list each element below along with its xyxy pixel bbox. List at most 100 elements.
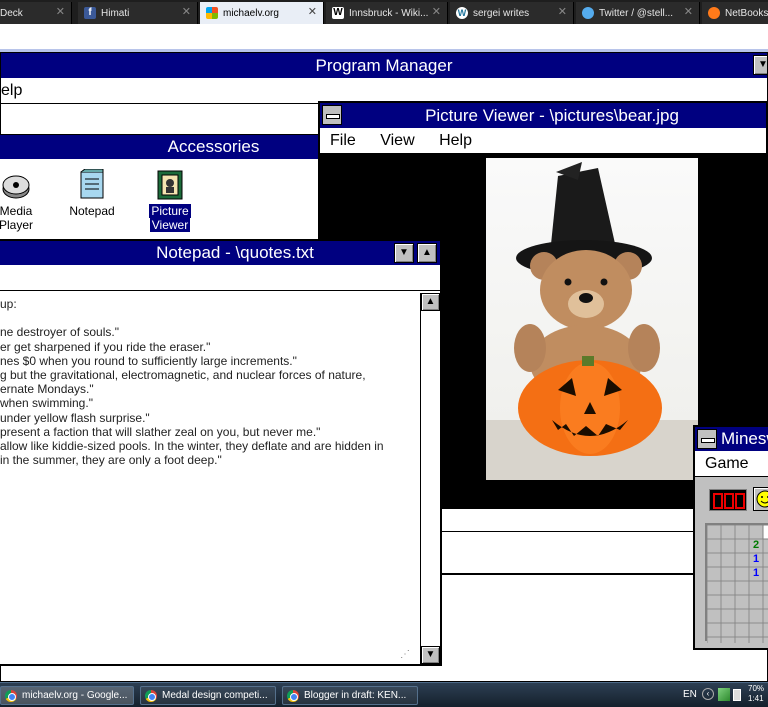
- scroll-down-arrow[interactable]: ▼: [421, 646, 440, 664]
- mine-field[interactable]: 2 1 1: [705, 523, 768, 643]
- notepad-text-area[interactable]: up: ne destroyer of souls." er get sharp…: [0, 293, 420, 665]
- tab-label: Twitter / @stell...: [599, 7, 674, 19]
- notepad-item[interactable]: Notepad: [55, 168, 129, 218]
- menu-help[interactable]: Help: [439, 132, 472, 149]
- taskbar-label: michaelv.org - Google...: [22, 690, 128, 701]
- picture-viewer-icon: [154, 169, 186, 201]
- chrome-icon: [5, 689, 17, 702]
- tab-tweetdeck[interactable]: Deck ✕: [0, 2, 72, 24]
- icon-label: Player: [0, 218, 33, 232]
- smiley-face-button[interactable]: [753, 487, 768, 511]
- close-icon[interactable]: ✕: [308, 5, 317, 18]
- accessories-titlebar[interactable]: Accessories: [0, 135, 318, 159]
- tab-label: michaelv.org: [223, 7, 279, 19]
- picture-viewer-menubar: File View Help: [320, 128, 766, 154]
- text-line: [0, 311, 420, 325]
- window-title: Program Manager: [315, 56, 453, 75]
- mine-count-1: 1: [752, 553, 760, 565]
- taskbar-item-michaelv[interactable]: michaelv.org - Google...: [0, 686, 134, 705]
- close-icon[interactable]: ✕: [558, 5, 567, 18]
- resize-grip[interactable]: ⋰: [400, 649, 410, 660]
- network-icon[interactable]: [718, 688, 730, 701]
- tab-innsbruck-wiki[interactable]: W Innsbruck - Wiki... ✕: [326, 2, 448, 24]
- twitter-icon: [582, 7, 594, 19]
- text-line: nes $0 when you round to sufficiently la…: [0, 353, 297, 368]
- scroll-up-arrow[interactable]: ▲: [421, 293, 440, 311]
- text-line: ne destroyer of souls.": [0, 325, 119, 340]
- window-title: Picture Viewer - \pictures\bear.jpg: [425, 106, 679, 125]
- taskbar: michaelv.org - Google... Medal design co…: [0, 682, 768, 707]
- picture-viewer-item[interactable]: Picture Viewer: [133, 169, 207, 232]
- media-player-item[interactable]: Media Player: [0, 169, 53, 232]
- picture-viewer-titlebar[interactable]: Picture Viewer - \pictures\bear.jpg: [320, 103, 766, 128]
- tab-sergei-writes[interactable]: W sergei writes ✕: [450, 2, 574, 24]
- browser-tab-strip: Deck ✕ f Himati ✕ michaelv.org ✕ W Innsb…: [0, 0, 768, 24]
- tab-twitter[interactable]: Twitter / @stell... ✕: [576, 2, 700, 24]
- close-icon[interactable]: ✕: [432, 5, 441, 18]
- icon-label: Media: [0, 204, 33, 218]
- icon-label: Picture: [149, 204, 191, 218]
- tab-netbooks[interactable]: NetBooks P: [702, 2, 768, 24]
- notepad-window: Notepad - \quotes.txt ▼ ▲ up: ne destroy…: [0, 239, 442, 666]
- icon-label: Viewer: [149, 218, 191, 232]
- text-line: er get sharpened if you ride the eraser.…: [0, 339, 211, 354]
- minesweeper-titlebar[interactable]: Minesw: [695, 427, 768, 451]
- battery-icon[interactable]: [733, 689, 741, 701]
- notepad-menubar: [0, 265, 440, 291]
- chrome-icon: [287, 689, 299, 702]
- menu-game[interactable]: Game: [705, 455, 749, 472]
- tab-label: Deck: [0, 7, 23, 19]
- taskbar-label: Medal design competi...: [162, 690, 268, 701]
- bear-photo: [486, 158, 698, 480]
- text-line: allow like kiddie-sized pools. In the wi…: [0, 439, 384, 454]
- taskbar-item-blogger[interactable]: Blogger in draft: KEN...: [282, 686, 418, 705]
- system-menu-button[interactable]: [697, 429, 717, 449]
- text-line: ernate Mondays.": [0, 382, 94, 397]
- text-line: in the summer, they are only a foot deep…: [0, 453, 222, 468]
- media-player-icon: [0, 169, 32, 201]
- text-line: present a faction that will slather zeal…: [0, 424, 321, 439]
- windows-logo-icon: [206, 7, 218, 19]
- menu-help[interactable]: elp: [1, 82, 22, 99]
- close-icon[interactable]: ✕: [182, 5, 191, 18]
- minesweeper-window: Minesw Game 2 1 1: [693, 425, 768, 650]
- notepad-titlebar[interactable]: Notepad - \quotes.txt ▼ ▲: [0, 241, 440, 265]
- program-manager-titlebar[interactable]: Program Manager ▼: [1, 53, 767, 78]
- minimize-button[interactable]: ▼: [753, 55, 767, 75]
- text-line: g but the gravitational, electromagnetic…: [0, 368, 366, 383]
- window-title: Minesw: [721, 429, 768, 448]
- taskbar-item-medal-design[interactable]: Medal design competi...: [140, 686, 276, 705]
- language-indicator[interactable]: EN: [683, 689, 697, 700]
- netbooks-icon: [708, 7, 720, 19]
- vertical-scrollbar[interactable]: ▲ ▼: [420, 293, 440, 664]
- minesweeper-menubar: Game: [695, 451, 768, 477]
- taskbar-label: Blogger in draft: KEN...: [304, 690, 407, 701]
- close-icon[interactable]: ✕: [684, 5, 693, 18]
- window-title: Notepad - \quotes.txt: [156, 243, 314, 262]
- tab-label: Himati: [101, 7, 130, 19]
- battery-percent: 70%: [748, 684, 765, 693]
- icon-label: Notepad: [69, 204, 115, 218]
- wordpress-icon: W: [456, 7, 468, 19]
- mine-counter: [709, 489, 747, 511]
- tab-label: NetBooks P: [725, 7, 768, 19]
- tab-himati[interactable]: f Himati ✕: [78, 2, 198, 24]
- text-line: under yellow flash surprise.": [0, 410, 150, 425]
- facebook-icon: f: [84, 7, 96, 19]
- mine-count-2: 2: [752, 539, 760, 551]
- minimize-button[interactable]: ▼: [394, 243, 414, 263]
- clock[interactable]: 1:41: [748, 694, 764, 703]
- close-icon[interactable]: ✕: [56, 5, 65, 18]
- maximize-button[interactable]: ▲: [417, 243, 437, 263]
- mine-count-1: 1: [752, 567, 760, 579]
- text-line: up:: [0, 297, 17, 311]
- menu-view[interactable]: View: [380, 132, 414, 149]
- window-title: Accessories: [167, 137, 260, 156]
- tab-michaelv[interactable]: michaelv.org ✕: [200, 2, 324, 24]
- tab-label: sergei writes: [473, 7, 530, 19]
- browser-content-top: [0, 24, 768, 52]
- chevron-left-icon[interactable]: ‹: [702, 688, 714, 700]
- menu-file[interactable]: File: [330, 132, 356, 149]
- system-menu-button[interactable]: [322, 105, 342, 125]
- tab-label: Innsbruck - Wiki...: [349, 7, 429, 19]
